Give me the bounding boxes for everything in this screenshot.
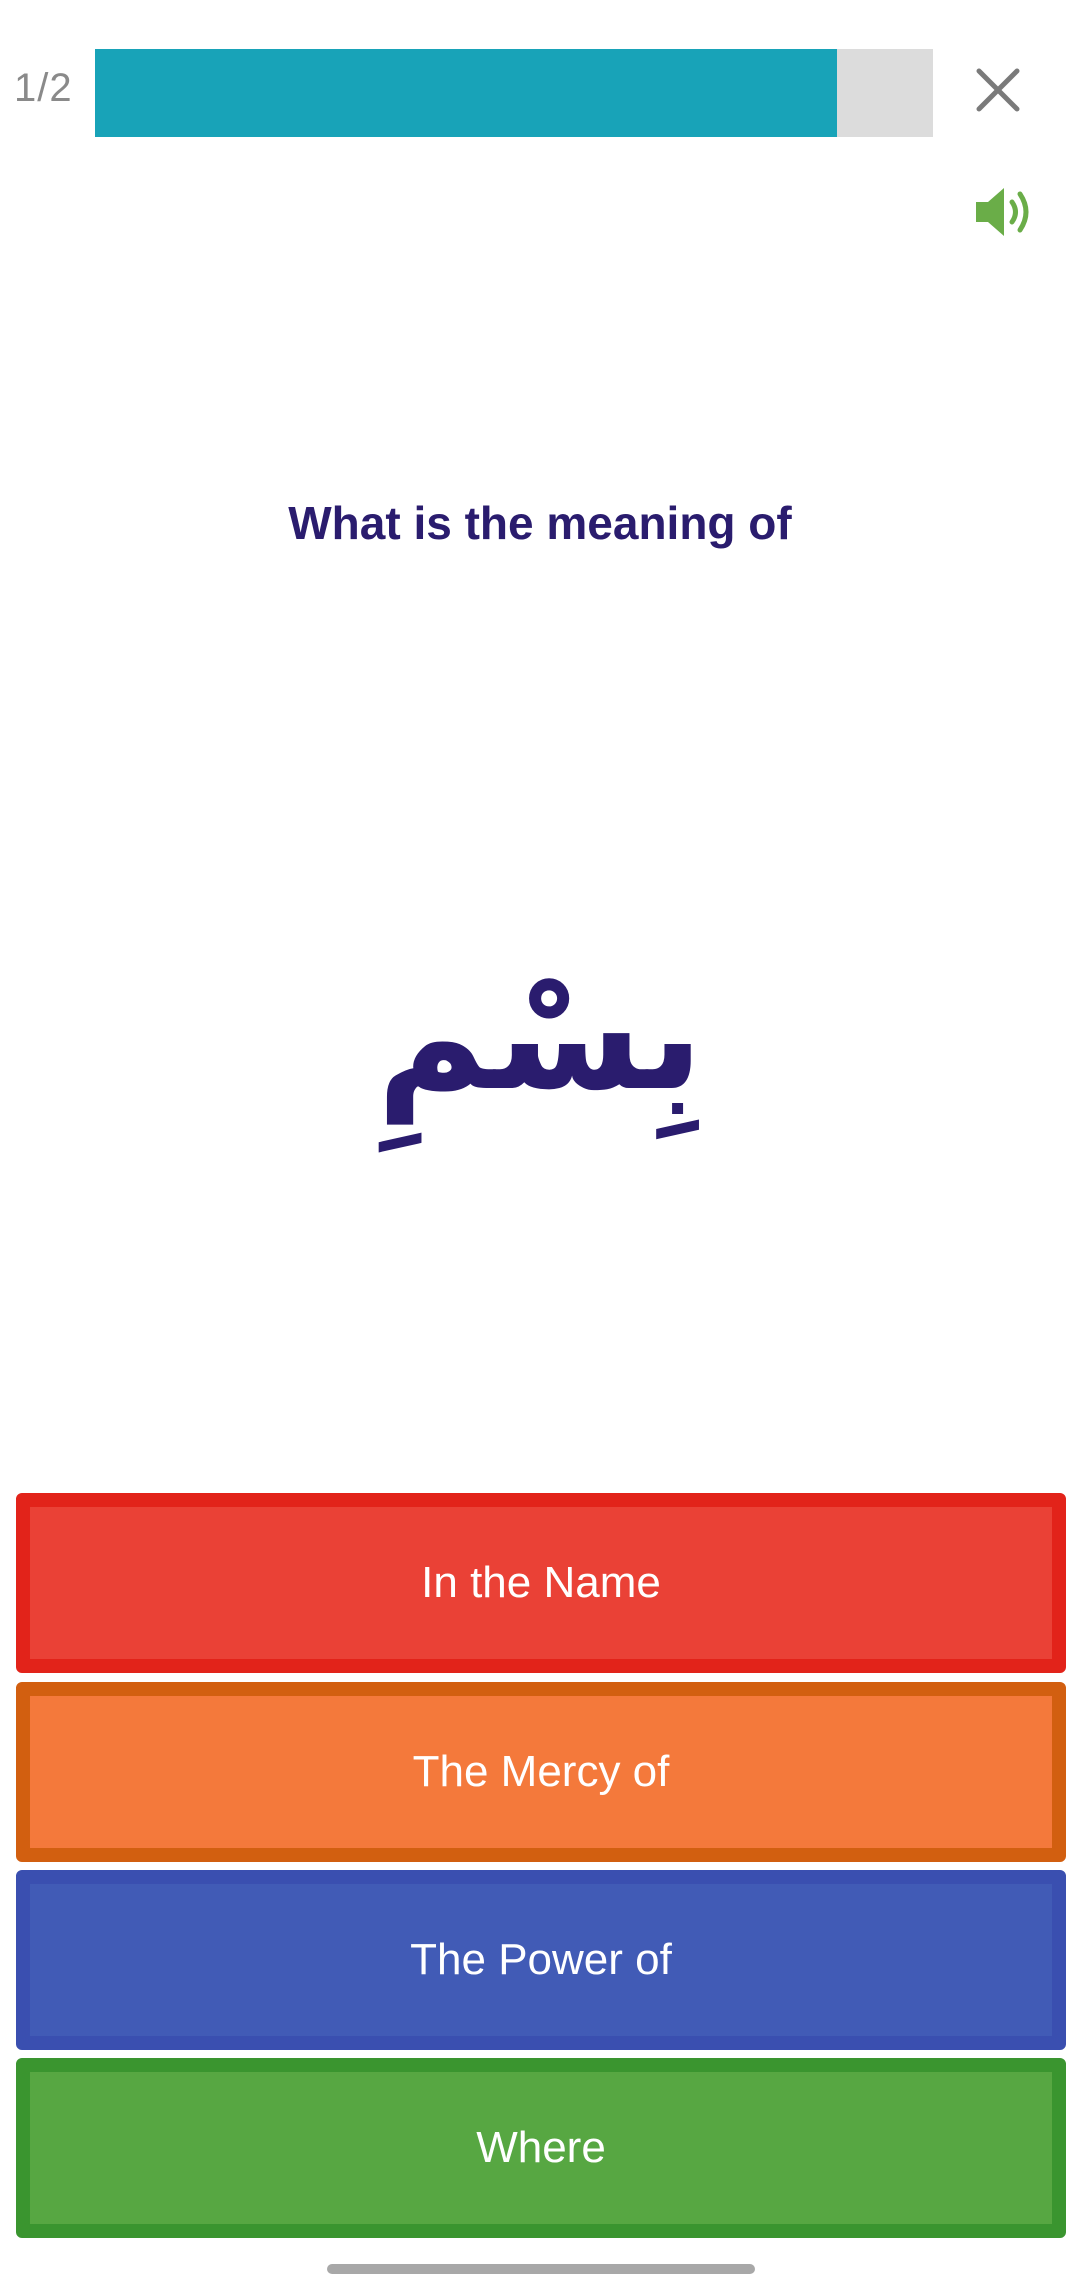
answer-option-3[interactable]: The Power of (16, 1870, 1066, 2050)
progress-counter: 1/2 (14, 66, 73, 110)
speaker-icon (976, 188, 1029, 236)
progress-bar-fill (95, 49, 838, 137)
answer-option-2[interactable]: The Mercy of (16, 1682, 1066, 1862)
progress-bar (95, 49, 933, 137)
quiz-screen: 1/2 What is the meaning of بِسْمِ In the… (0, 0, 1080, 2293)
sound-button[interactable] (972, 180, 1042, 244)
answer-option-4[interactable]: Where (16, 2058, 1066, 2238)
close-icon (976, 68, 1020, 112)
question-prompt: What is the meaning of (288, 497, 792, 549)
arabic-word: بِسْمِ (376, 950, 704, 1124)
home-indicator[interactable] (327, 2264, 755, 2274)
close-button[interactable] (968, 60, 1028, 120)
answer-option-1[interactable]: In the Name (16, 1493, 1066, 1673)
